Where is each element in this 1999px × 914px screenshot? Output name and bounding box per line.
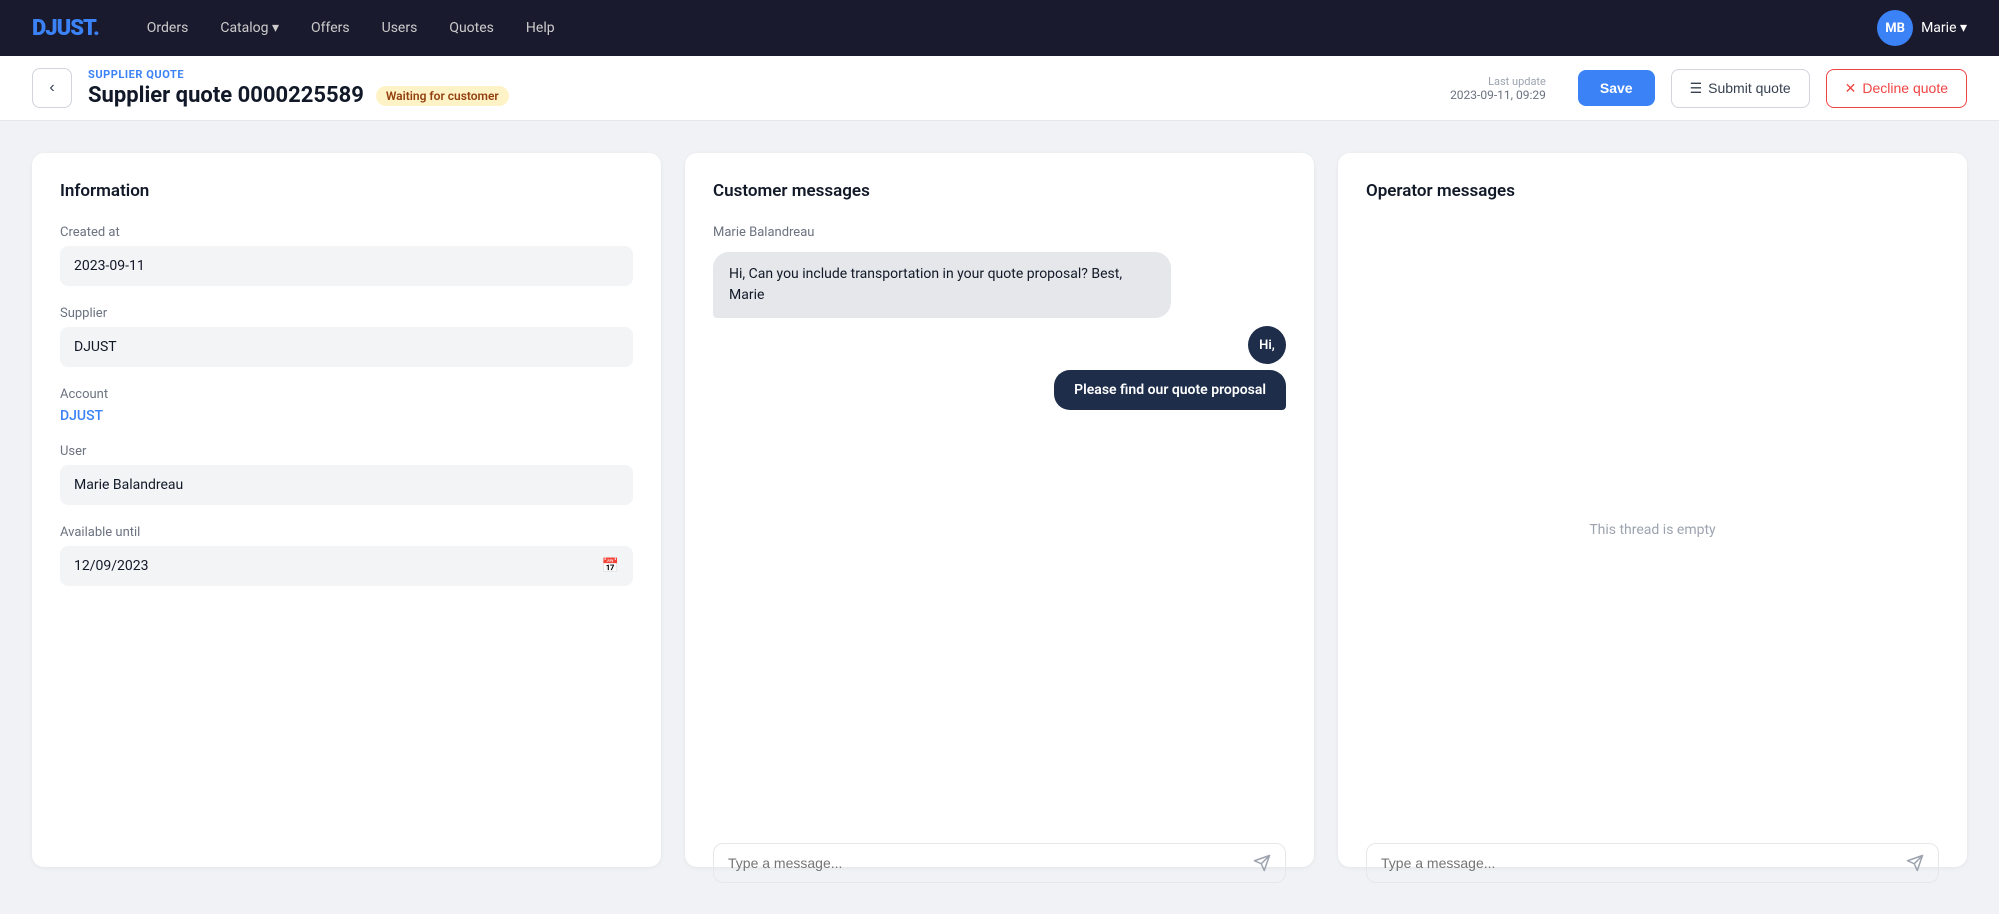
operator-send-button[interactable] (1906, 854, 1924, 872)
user-menu[interactable]: MB Marie ▾ (1877, 10, 1967, 46)
customer-message-sender: Marie Balandreau (713, 225, 1286, 240)
back-button[interactable]: ‹ (32, 68, 72, 108)
created-at-field: Created at 2023-09-11 (60, 225, 633, 286)
supplier-value: DJUST (60, 327, 633, 367)
supplier-field: Supplier DJUST (60, 306, 633, 367)
nav-offers[interactable]: Offers (311, 20, 350, 36)
customer-message-input[interactable] (728, 855, 1243, 871)
customer-send-button[interactable] (1253, 854, 1271, 872)
operator-messages-card: Operator messages This thread is empty (1338, 153, 1967, 867)
operator-messages-container: This thread is empty (1366, 225, 1939, 883)
submit-icon: ☰ (1690, 80, 1703, 97)
last-update: Last update 2023-09-11, 09:29 (1450, 75, 1546, 102)
user-name: Marie ▾ (1921, 20, 1967, 36)
header-bar: ‹ Supplier Quote Supplier quote 00002255… (0, 56, 1999, 121)
customer-messages-body: Marie Balandreau Hi, Can you include tra… (713, 225, 1286, 835)
submit-quote-button[interactable]: ☰ Submit quote (1671, 69, 1810, 108)
title-group: Supplier Quote Supplier quote 0000225589… (88, 68, 1434, 108)
nav-quotes[interactable]: Quotes (449, 20, 494, 36)
user-label: User (60, 444, 633, 459)
operator-messages-title: Operator messages (1366, 181, 1939, 201)
user-value: Marie Balandreau (60, 465, 633, 505)
created-at-label: Created at (60, 225, 633, 240)
info-title: Information (60, 181, 633, 201)
nav-users[interactable]: Users (382, 20, 418, 36)
available-until-text: 12/09/2023 (74, 558, 149, 574)
empty-thread-text: This thread is empty (1366, 225, 1939, 835)
logo: DJUST. (32, 16, 99, 41)
customer-messages-title: Customer messages (713, 181, 1286, 201)
submit-label: Submit quote (1708, 80, 1791, 96)
operator-message-input[interactable] (1381, 855, 1896, 871)
customer-message-input-row[interactable] (713, 843, 1286, 883)
nav-help[interactable]: Help (526, 20, 555, 36)
main-content: Information Created at 2023-09-11 Suppli… (0, 121, 1999, 899)
supplier-label: Supplier (60, 306, 633, 321)
created-at-value: 2023-09-11 (60, 246, 633, 286)
nav-catalog[interactable]: Catalog ▾ (220, 20, 279, 36)
customer-messages-container: Marie Balandreau Hi, Can you include tra… (713, 225, 1286, 883)
calendar-icon: 📅 (602, 558, 619, 574)
decline-label: Decline quote (1862, 80, 1948, 96)
account-field: Account DJUST (60, 387, 633, 424)
available-until-label: Available until (60, 525, 633, 540)
logo-dot: . (93, 16, 99, 41)
decline-icon: ✕ (1845, 80, 1857, 97)
customer-messages-card: Customer messages Marie Balandreau Hi, C… (685, 153, 1314, 867)
quote-title-text: Supplier quote 0000225589 (88, 83, 364, 108)
account-value[interactable]: DJUST (60, 408, 633, 424)
avatar: MB (1877, 10, 1913, 46)
navigation: DJUST. Orders Catalog ▾ Offers Users Quo… (0, 0, 1999, 56)
last-update-value: 2023-09-11, 09:29 (1450, 88, 1546, 102)
reply-group: Hi, Please find our quote proposal (713, 326, 1286, 410)
customer-message-1: Hi, Can you include transportation in yo… (713, 252, 1171, 318)
account-label: Account (60, 387, 633, 402)
page-title: Supplier quote 0000225589 Waiting for cu… (88, 83, 1434, 108)
decline-quote-button[interactable]: ✕ Decline quote (1826, 69, 1967, 108)
send-icon (1253, 854, 1271, 872)
last-update-label: Last update (1450, 75, 1546, 88)
logo-text: DJUST (32, 16, 93, 41)
send-icon (1906, 854, 1924, 872)
available-until-field: Available until 12/09/2023 📅 (60, 525, 633, 586)
reply-small: Hi, (1248, 326, 1286, 364)
status-badge: Waiting for customer (376, 86, 509, 106)
reply-large: Please find our quote proposal (1054, 370, 1286, 410)
info-card: Information Created at 2023-09-11 Suppli… (32, 153, 661, 867)
available-until-value[interactable]: 12/09/2023 📅 (60, 546, 633, 586)
breadcrumb: Supplier Quote (88, 68, 1434, 81)
save-button[interactable]: Save (1578, 70, 1655, 106)
nav-orders[interactable]: Orders (147, 20, 189, 36)
operator-message-input-row[interactable] (1366, 843, 1939, 883)
user-field: User Marie Balandreau (60, 444, 633, 505)
